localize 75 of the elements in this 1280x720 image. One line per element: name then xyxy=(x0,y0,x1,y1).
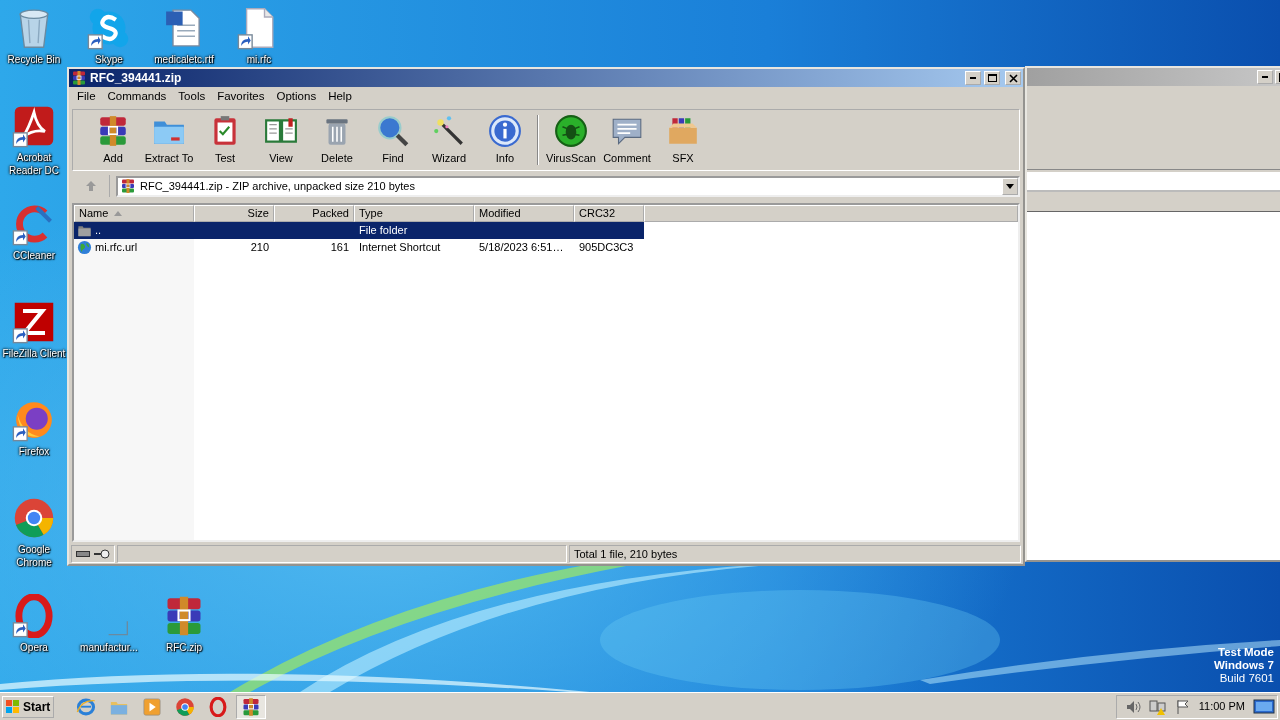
search-icon xyxy=(376,113,410,148)
table-cell-text: 210 xyxy=(250,240,269,256)
file-name: mi.rfc.url xyxy=(95,240,138,256)
taskbar-app[interactable] xyxy=(236,694,266,719)
toolbar-button[interactable]: VirusScan xyxy=(543,113,599,167)
archive-icon xyxy=(241,696,261,717)
minimize-icon xyxy=(970,77,976,79)
table-cell-text: File folder xyxy=(359,223,408,239)
address-field[interactable]: RFC_394441.zip - ZIP archive, unpacked size 210 bytes xyxy=(116,175,1020,197)
toolbar-button[interactable]: Test xyxy=(197,113,253,167)
table-cell-text: 905DC3C3 xyxy=(579,240,634,256)
menu-item[interactable]: Help xyxy=(322,88,358,106)
drive-icon xyxy=(76,550,90,558)
toolbar-button[interactable]: Wizard xyxy=(421,113,477,167)
app-icon xyxy=(175,696,195,717)
magic-wand-icon xyxy=(432,113,466,148)
toolbar-button[interactable]: Delete xyxy=(309,113,365,167)
minimize-button[interactable] xyxy=(1257,70,1273,84)
toolbar-button[interactable]: Info xyxy=(477,113,533,167)
minimize-icon xyxy=(1262,76,1268,78)
minimize-button[interactable] xyxy=(965,71,981,85)
os-notice: Build 7601 xyxy=(1219,672,1274,685)
column-header[interactable]: Type xyxy=(354,205,474,222)
menu-item[interactable]: Commands xyxy=(101,88,173,106)
folder-icon xyxy=(77,223,92,238)
file-name: .. xyxy=(95,223,102,239)
clock[interactable]: 11:00 PM xyxy=(1198,698,1245,715)
toolbar-button[interactable]: Find xyxy=(365,113,421,167)
toolbar-button[interactable]: SFX xyxy=(655,113,711,167)
sort-arrow-icon xyxy=(114,211,123,216)
blank-file-icon xyxy=(107,620,129,636)
window-title: RFC_394441.zip xyxy=(90,70,182,87)
file-row[interactable]: .. File folder xyxy=(74,222,644,239)
table-cell-text: Internet Shortcut xyxy=(359,240,441,256)
column-header[interactable]: Name xyxy=(74,205,194,222)
caret-icon xyxy=(1006,183,1014,189)
globe-icon xyxy=(77,240,92,255)
menu-item[interactable]: Favorites xyxy=(211,88,271,106)
column-header[interactable]: Modified xyxy=(474,205,574,222)
flag-icon xyxy=(1174,698,1191,715)
address-field[interactable] xyxy=(1027,172,1280,192)
column-header[interactable]: Packed xyxy=(274,205,354,222)
app-icon xyxy=(208,696,228,717)
column-header[interactable]: Size xyxy=(194,205,274,222)
up-arrow-icon xyxy=(84,180,97,192)
archive-icon xyxy=(120,178,136,194)
maximize-button[interactable] xyxy=(984,71,1000,85)
network-icon xyxy=(1148,698,1167,715)
key-icon xyxy=(94,549,110,559)
archive-icon xyxy=(71,70,87,86)
menu-item[interactable]: File xyxy=(71,88,102,106)
menu-item[interactable]: Tools xyxy=(172,88,212,106)
play-icon xyxy=(142,696,162,717)
toolbar-button[interactable]: Comment xyxy=(599,113,655,167)
toolbar-button[interactable]: Extract To xyxy=(141,113,197,167)
browser-icon xyxy=(76,696,96,717)
windows-logo-icon xyxy=(5,698,21,715)
toolbar-button[interactable]: View xyxy=(253,113,309,167)
menu-item[interactable]: Options xyxy=(270,88,323,106)
maximize-icon xyxy=(987,73,997,83)
close-button[interactable] xyxy=(1005,71,1021,85)
show-desktop-icon[interactable] xyxy=(1253,697,1275,716)
status-text: Total 1 file, 210 bytes xyxy=(569,545,1021,563)
table-cell-text: 161 xyxy=(330,240,349,256)
close-icon xyxy=(1008,73,1018,83)
os-notice: Windows 7 xyxy=(1214,659,1274,672)
start-button[interactable]: Start xyxy=(2,695,54,718)
file-row[interactable]: mi.rfc.url 210 161 Internet Shortcut 5/18/2023 6:51… 905DC3C3 xyxy=(74,239,644,256)
table-cell-text: 5/18/2023 6:51… xyxy=(479,240,564,256)
os-notice: Test Mode xyxy=(1218,646,1274,659)
dropdown-button[interactable] xyxy=(1002,177,1018,195)
bug-icon xyxy=(554,113,588,148)
column-header[interactable]: CRC32 xyxy=(574,205,644,222)
info-icon xyxy=(488,113,522,148)
toolbar-button[interactable]: Add xyxy=(85,113,141,167)
